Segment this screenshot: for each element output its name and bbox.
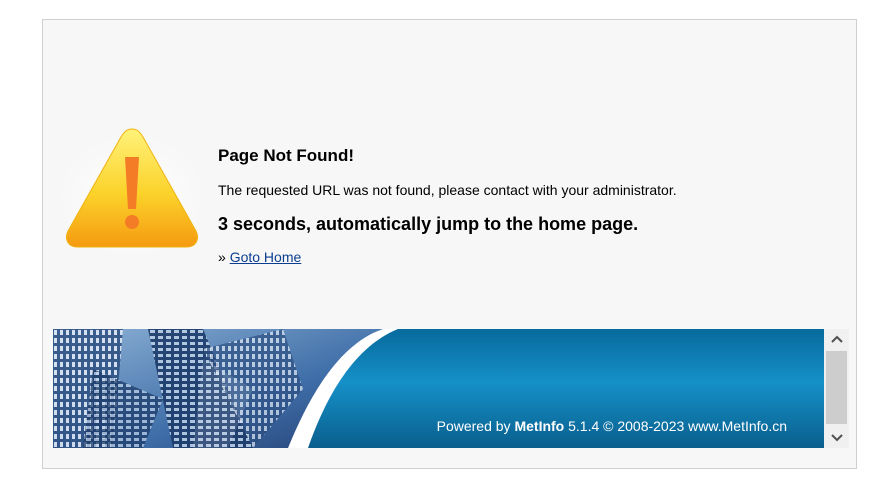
error-panel: Page Not Found! The requested URL was no… (42, 19, 857, 469)
page-title: Page Not Found! (218, 146, 354, 165)
home-nav: » Goto Home (218, 248, 838, 266)
version-copyright: 5.1.4 © 2008-2023 www.MetInfo.cn (568, 418, 787, 434)
redirect-notice: 3 seconds, automatically jump to the hom… (218, 214, 639, 234)
nav-prefix: » (218, 249, 226, 265)
error-message: The requested URL was not found, please … (218, 182, 677, 198)
scroll-down-button[interactable] (824, 428, 849, 448)
chevron-up-icon (830, 335, 843, 343)
scroll-up-button[interactable] (824, 329, 849, 349)
vertical-scrollbar[interactable] (824, 329, 849, 448)
powered-prefix: Powered by (436, 418, 511, 434)
footer-banner: Powered by MetInfo 5.1.4 © 2008-2023 www… (53, 329, 824, 448)
error-content: Page Not Found! The requested URL was no… (218, 146, 838, 266)
goto-home-link[interactable]: Goto Home (230, 249, 302, 265)
powered-by-text: Powered by MetInfo 5.1.4 © 2008-2023 www… (437, 417, 787, 435)
scroll-thumb[interactable] (826, 351, 847, 424)
brand-name: MetInfo (514, 418, 565, 434)
warning-triangle-icon (61, 123, 203, 255)
chevron-down-icon (830, 434, 843, 442)
